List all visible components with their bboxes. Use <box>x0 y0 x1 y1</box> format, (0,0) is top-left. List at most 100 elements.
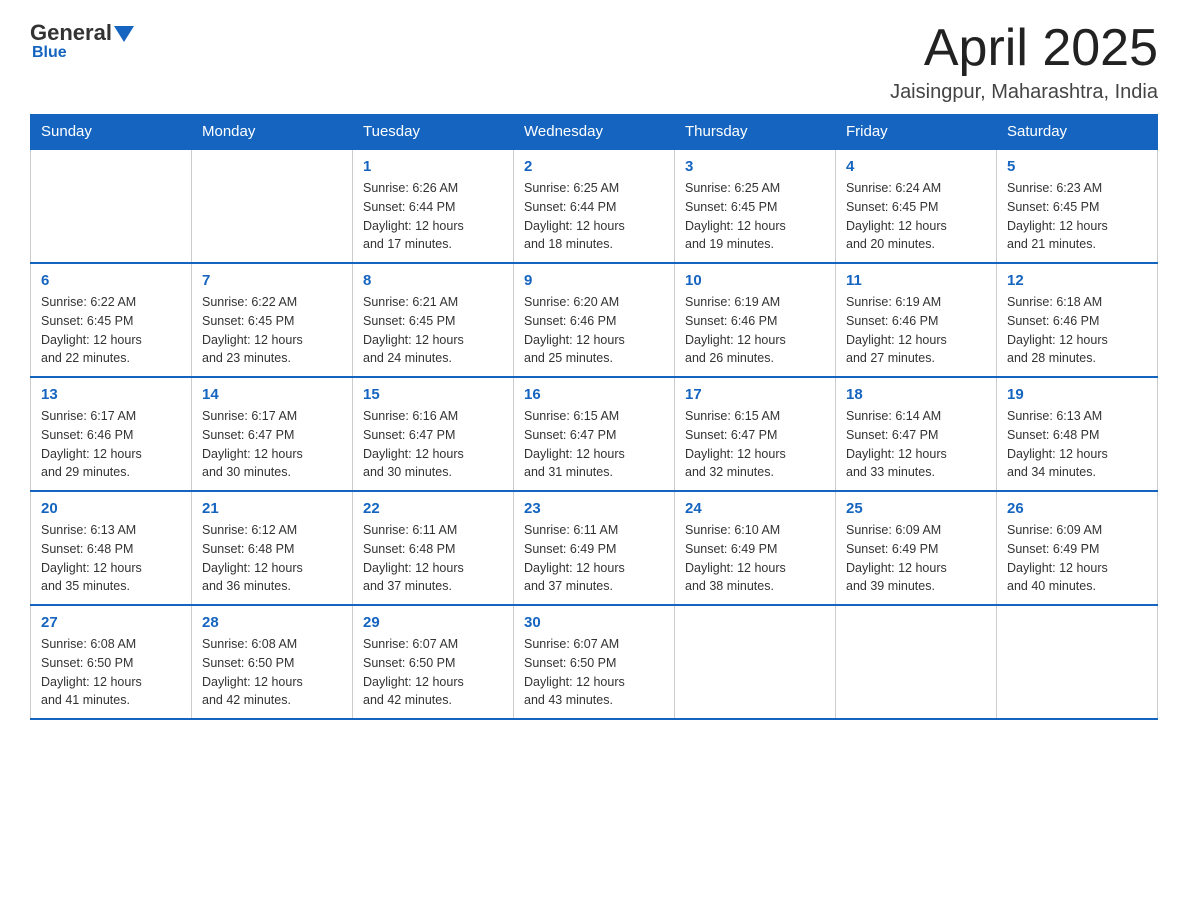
day-info: Sunrise: 6:24 AM Sunset: 6:45 PM Dayligh… <box>846 179 986 254</box>
calendar-cell: 5 Sunrise: 6:23 AM Sunset: 6:45 PM Daylig… <box>997 149 1158 263</box>
logo: General Blue <box>30 20 134 62</box>
column-header-saturday: Saturday <box>997 115 1158 150</box>
calendar-week-row: 13 Sunrise: 6:17 AM Sunset: 6:46 PM Dayli… <box>31 377 1158 491</box>
day-number: 5 <box>1007 158 1147 175</box>
day-number: 20 <box>41 500 181 517</box>
calendar-cell: 20 Sunrise: 6:13 AM Sunset: 6:48 PM Dayli… <box>31 491 192 605</box>
calendar-week-row: 1 Sunrise: 6:26 AM Sunset: 6:44 PM Daylig… <box>31 149 1158 263</box>
day-number: 8 <box>363 272 503 289</box>
day-number: 9 <box>524 272 664 289</box>
calendar-cell: 19 Sunrise: 6:13 AM Sunset: 6:48 PM Dayli… <box>997 377 1158 491</box>
day-number: 24 <box>685 500 825 517</box>
day-number: 2 <box>524 158 664 175</box>
day-info: Sunrise: 6:26 AM Sunset: 6:44 PM Dayligh… <box>363 179 503 254</box>
calendar-cell <box>192 149 353 263</box>
day-number: 19 <box>1007 386 1147 403</box>
day-info: Sunrise: 6:11 AM Sunset: 6:48 PM Dayligh… <box>363 521 503 596</box>
day-info: Sunrise: 6:25 AM Sunset: 6:44 PM Dayligh… <box>524 179 664 254</box>
calendar-cell: 8 Sunrise: 6:21 AM Sunset: 6:45 PM Daylig… <box>353 263 514 377</box>
calendar-cell: 24 Sunrise: 6:10 AM Sunset: 6:49 PM Dayli… <box>675 491 836 605</box>
calendar-cell <box>997 605 1158 719</box>
day-info: Sunrise: 6:15 AM Sunset: 6:47 PM Dayligh… <box>524 407 664 482</box>
calendar-cell: 18Sunrise: 6:14 AM Sunset: 6:47 PM Dayli… <box>836 377 997 491</box>
calendar-cell: 13 Sunrise: 6:17 AM Sunset: 6:46 PM Dayli… <box>31 377 192 491</box>
calendar-week-row: 20 Sunrise: 6:13 AM Sunset: 6:48 PM Dayli… <box>31 491 1158 605</box>
day-info: Sunrise: 6:09 AM Sunset: 6:49 PM Dayligh… <box>846 521 986 596</box>
day-number: 23 <box>524 500 664 517</box>
day-info: Sunrise: 6:16 AM Sunset: 6:47 PM Dayligh… <box>363 407 503 482</box>
calendar-cell: 21 Sunrise: 6:12 AM Sunset: 6:48 PM Dayli… <box>192 491 353 605</box>
title-block: April 2025 Jaisingpur, Maharashtra, Indi… <box>890 20 1158 104</box>
logo-general-text: General <box>30 20 112 46</box>
calendar-cell: 12 Sunrise: 6:18 AM Sunset: 6:46 PM Dayli… <box>997 263 1158 377</box>
calendar-cell: 11 Sunrise: 6:19 AM Sunset: 6:46 PM Dayli… <box>836 263 997 377</box>
calendar-cell: 10Sunrise: 6:19 AM Sunset: 6:46 PM Dayli… <box>675 263 836 377</box>
calendar-cell: 26 Sunrise: 6:09 AM Sunset: 6:49 PM Dayli… <box>997 491 1158 605</box>
day-info: Sunrise: 6:18 AM Sunset: 6:46 PM Dayligh… <box>1007 293 1147 368</box>
calendar-cell: 27Sunrise: 6:08 AM Sunset: 6:50 PM Dayli… <box>31 605 192 719</box>
day-number: 12 <box>1007 272 1147 289</box>
column-header-sunday: Sunday <box>31 115 192 150</box>
day-number: 11 <box>846 272 986 289</box>
month-year-title: April 2025 <box>890 20 1158 77</box>
column-header-friday: Friday <box>836 115 997 150</box>
calendar-cell: 9 Sunrise: 6:20 AM Sunset: 6:46 PM Daylig… <box>514 263 675 377</box>
calendar-cell: 1 Sunrise: 6:26 AM Sunset: 6:44 PM Daylig… <box>353 149 514 263</box>
calendar-week-row: 6 Sunrise: 6:22 AM Sunset: 6:45 PM Daylig… <box>31 263 1158 377</box>
calendar-header-row: SundayMondayTuesdayWednesdayThursdayFrid… <box>31 115 1158 150</box>
calendar-cell: 25 Sunrise: 6:09 AM Sunset: 6:49 PM Dayli… <box>836 491 997 605</box>
calendar-cell <box>675 605 836 719</box>
calendar-cell <box>836 605 997 719</box>
day-info: Sunrise: 6:25 AM Sunset: 6:45 PM Dayligh… <box>685 179 825 254</box>
day-info: Sunrise: 6:12 AM Sunset: 6:48 PM Dayligh… <box>202 521 342 596</box>
calendar-cell: 16Sunrise: 6:15 AM Sunset: 6:47 PM Dayli… <box>514 377 675 491</box>
calendar-cell: 29Sunrise: 6:07 AM Sunset: 6:50 PM Dayli… <box>353 605 514 719</box>
calendar-cell: 30Sunrise: 6:07 AM Sunset: 6:50 PM Dayli… <box>514 605 675 719</box>
day-number: 14 <box>202 386 342 403</box>
logo-triangle-icon <box>114 26 134 42</box>
column-header-thursday: Thursday <box>675 115 836 150</box>
day-info: Sunrise: 6:11 AM Sunset: 6:49 PM Dayligh… <box>524 521 664 596</box>
day-number: 26 <box>1007 500 1147 517</box>
day-number: 6 <box>41 272 181 289</box>
day-info: Sunrise: 6:15 AM Sunset: 6:47 PM Dayligh… <box>685 407 825 482</box>
day-number: 22 <box>363 500 503 517</box>
day-info: Sunrise: 6:13 AM Sunset: 6:48 PM Dayligh… <box>1007 407 1147 482</box>
day-info: Sunrise: 6:13 AM Sunset: 6:48 PM Dayligh… <box>41 521 181 596</box>
calendar-cell: 15 Sunrise: 6:16 AM Sunset: 6:47 PM Dayli… <box>353 377 514 491</box>
calendar-cell: 17 Sunrise: 6:15 AM Sunset: 6:47 PM Dayli… <box>675 377 836 491</box>
day-number: 21 <box>202 500 342 517</box>
day-info: Sunrise: 6:19 AM Sunset: 6:46 PM Dayligh… <box>846 293 986 368</box>
column-header-monday: Monday <box>192 115 353 150</box>
calendar-cell: 3 Sunrise: 6:25 AM Sunset: 6:45 PM Daylig… <box>675 149 836 263</box>
day-info: Sunrise: 6:22 AM Sunset: 6:45 PM Dayligh… <box>41 293 181 368</box>
day-number: 1 <box>363 158 503 175</box>
calendar-cell <box>31 149 192 263</box>
day-info: Sunrise: 6:09 AM Sunset: 6:49 PM Dayligh… <box>1007 521 1147 596</box>
day-info: Sunrise: 6:07 AM Sunset: 6:50 PM Dayligh… <box>363 635 503 710</box>
day-number: 17 <box>685 386 825 403</box>
day-info: Sunrise: 6:22 AM Sunset: 6:45 PM Dayligh… <box>202 293 342 368</box>
day-info: Sunrise: 6:21 AM Sunset: 6:45 PM Dayligh… <box>363 293 503 368</box>
day-info: Sunrise: 6:10 AM Sunset: 6:49 PM Dayligh… <box>685 521 825 596</box>
day-number: 25 <box>846 500 986 517</box>
page-header: General Blue April 2025 Jaisingpur, Maha… <box>30 20 1158 104</box>
logo-blue-text: Blue <box>32 44 67 62</box>
day-info: Sunrise: 6:17 AM Sunset: 6:47 PM Dayligh… <box>202 407 342 482</box>
day-info: Sunrise: 6:20 AM Sunset: 6:46 PM Dayligh… <box>524 293 664 368</box>
calendar-cell: 28Sunrise: 6:08 AM Sunset: 6:50 PM Dayli… <box>192 605 353 719</box>
day-number: 15 <box>363 386 503 403</box>
day-number: 27 <box>41 614 181 631</box>
day-number: 3 <box>685 158 825 175</box>
calendar-cell: 23 Sunrise: 6:11 AM Sunset: 6:49 PM Dayli… <box>514 491 675 605</box>
day-number: 18 <box>846 386 986 403</box>
day-info: Sunrise: 6:07 AM Sunset: 6:50 PM Dayligh… <box>524 635 664 710</box>
day-info: Sunrise: 6:08 AM Sunset: 6:50 PM Dayligh… <box>202 635 342 710</box>
calendar-table: SundayMondayTuesdayWednesdayThursdayFrid… <box>30 114 1158 720</box>
column-header-tuesday: Tuesday <box>353 115 514 150</box>
calendar-cell: 4Sunrise: 6:24 AM Sunset: 6:45 PM Daylig… <box>836 149 997 263</box>
column-header-wednesday: Wednesday <box>514 115 675 150</box>
day-number: 13 <box>41 386 181 403</box>
day-info: Sunrise: 6:23 AM Sunset: 6:45 PM Dayligh… <box>1007 179 1147 254</box>
day-info: Sunrise: 6:17 AM Sunset: 6:46 PM Dayligh… <box>41 407 181 482</box>
